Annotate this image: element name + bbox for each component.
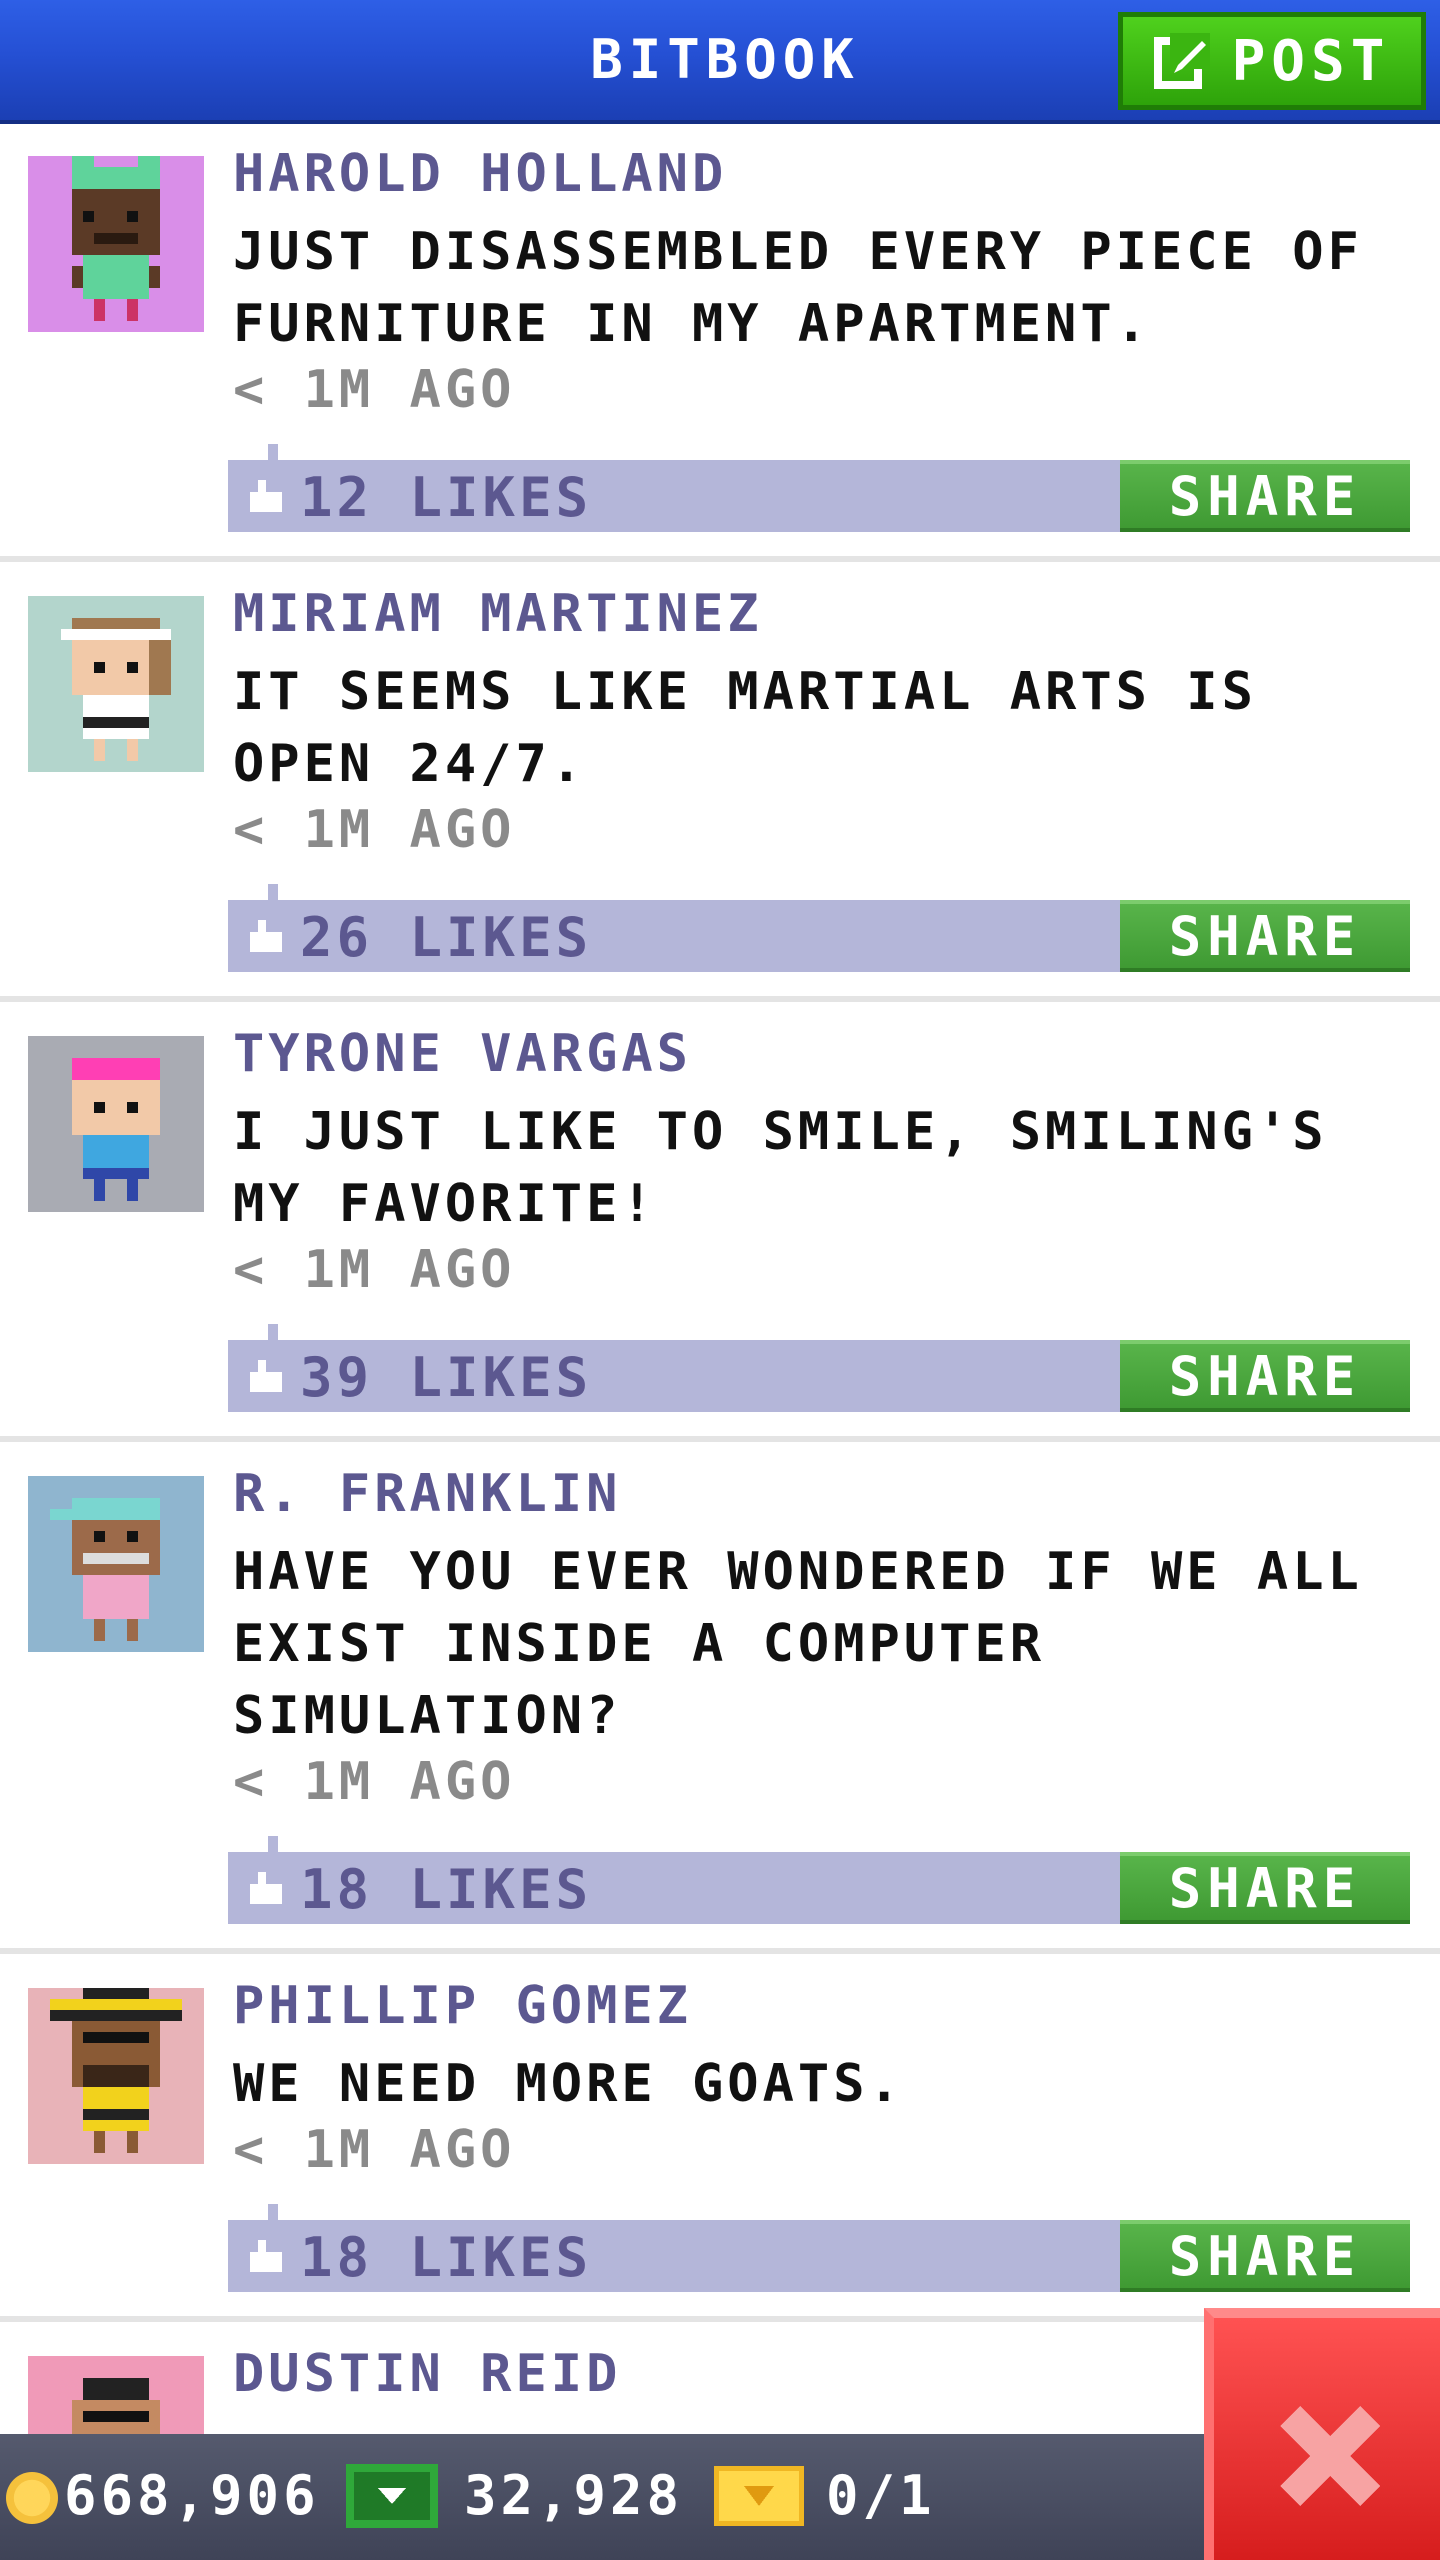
feed-post: TYRONE VARGAS I JUST LIKE TO SMILE, SMIL… [0,1002,1440,1442]
post-author[interactable]: R. FRANKLIN [233,1464,621,1524]
close-icon [1280,2406,1380,2506]
feed-post: PHILLIP GOMEZ WE NEED MORE GOATS. < 1M A… [0,1954,1440,2322]
avatar [28,1988,204,2164]
feed-post: R. FRANKLIN HAVE YOU EVER WONDERED IF WE… [0,1442,1440,1954]
close-button[interactable] [1204,2308,1440,2560]
post-message: WE NEED MORE GOATS. [233,2054,904,2114]
share-button[interactable]: SHARE [1120,900,1410,972]
avatar [28,1476,204,1652]
post-time: < 1M AGO [233,2120,516,2180]
share-button[interactable]: SHARE [1120,460,1410,532]
post-message: JUST DISASSEMBLED EVERY PIECE OF FURNITU… [233,222,1363,354]
post-author[interactable]: TYRONE VARGAS [233,1024,692,1084]
like-bar-nub [268,1836,278,1852]
like-bar-nub [268,1324,278,1340]
share-button[interactable]: SHARE [1120,1340,1410,1412]
like-bar: 18 LIKES SHARE [228,2204,1410,2292]
like-bar: 39 LIKES SHARE [228,1324,1410,1412]
post-button[interactable]: POST [1118,12,1426,110]
share-button[interactable]: SHARE [1120,2220,1410,2292]
avatar [28,596,204,772]
post-time: < 1M AGO [233,1752,516,1812]
like-bar-nub [268,884,278,900]
avatar [28,1036,204,1212]
post-author[interactable]: PHILLIP GOMEZ [233,1976,692,2036]
feed-post: MIRIAM MARTINEZ IT SEEMS LIKE MARTIAL AR… [0,562,1440,1002]
post-time: < 1M AGO [233,800,516,860]
app-title: BITBOOK [590,28,860,91]
share-button[interactable]: SHARE [1120,1852,1410,1924]
avatar [28,156,204,332]
compose-icon [1153,33,1210,89]
like-bar: 26 LIKES SHARE [228,884,1410,972]
coins-count: 668,906 [64,2464,320,2527]
likes-count: 18 LIKES [300,1858,593,1921]
likes-count: 18 LIKES [300,2226,593,2289]
thumbs-up-icon[interactable] [246,1868,286,1908]
bux-icon [346,2464,438,2528]
tickets-count: 0/1 [826,2464,936,2527]
coin-icon [6,2472,58,2524]
like-bar-nub [268,2204,278,2220]
thumbs-up-icon[interactable] [246,2236,286,2276]
bux-count: 32,928 [464,2464,684,2527]
feed-post: HAROLD HOLLAND JUST DISASSEMBLED EVERY P… [0,124,1440,562]
post-time: < 1M AGO [233,1240,516,1300]
post-author[interactable]: HAROLD HOLLAND [233,144,727,204]
likes-count: 39 LIKES [300,1346,593,1409]
likes-count: 12 LIKES [300,466,593,529]
post-message: HAVE YOU EVER WONDERED IF WE ALL EXIST I… [233,1542,1363,1746]
app-header: BITBOOK POST [0,0,1440,124]
ticket-icon [714,2466,804,2526]
thumbs-up-icon[interactable] [246,1356,286,1396]
likes-count: 26 LIKES [300,906,593,969]
post-message: I JUST LIKE TO SMILE, SMILING'S MY FAVOR… [233,1102,1328,1234]
like-bar: 18 LIKES SHARE [228,1836,1410,1924]
like-bar-nub [268,444,278,460]
post-button-label: POST [1231,28,1391,94]
post-message: IT SEEMS LIKE MARTIAL ARTS IS OPEN 24/7. [233,662,1257,794]
thumbs-up-icon[interactable] [246,476,286,516]
post-author[interactable]: DUSTIN REID [233,2344,621,2404]
like-bar: 12 LIKES SHARE [228,444,1410,532]
thumbs-up-icon[interactable] [246,916,286,956]
post-author[interactable]: MIRIAM MARTINEZ [233,584,763,644]
post-time: < 1M AGO [233,360,516,420]
